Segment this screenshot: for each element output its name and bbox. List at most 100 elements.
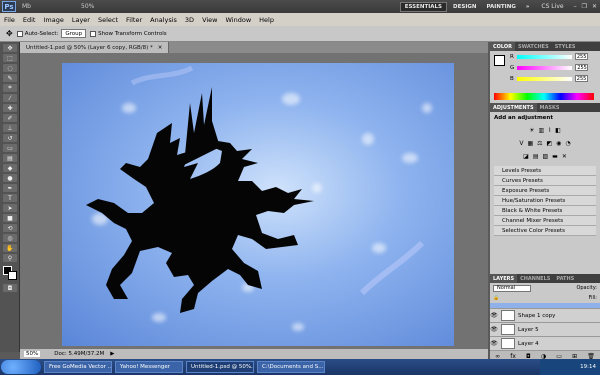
workspace-design[interactable]: DESIGN bbox=[449, 2, 480, 12]
task-photoshop[interactable]: Untitled-1.psd @ 50%... bbox=[186, 361, 254, 373]
task-yahoo-messenger[interactable]: Yahoo! Messenger bbox=[115, 361, 183, 373]
quick-select-tool-icon[interactable]: ✎ bbox=[3, 74, 17, 82]
status-zoom[interactable]: 50% bbox=[24, 351, 41, 357]
menu-layer[interactable]: Layer bbox=[68, 16, 94, 24]
blur-tool-icon[interactable]: ◆ bbox=[3, 164, 17, 172]
dragon-silhouette[interactable] bbox=[62, 63, 454, 346]
bw-icon[interactable]: ◩ bbox=[547, 140, 553, 147]
3d-rotate-tool-icon[interactable]: ⟲ bbox=[3, 224, 17, 232]
layer-name[interactable]: Layer 5 bbox=[518, 327, 539, 333]
preset-levels[interactable]: Levels Presets bbox=[494, 166, 596, 176]
healing-tool-icon[interactable]: ✚ bbox=[3, 104, 17, 112]
dodge-tool-icon[interactable]: ● bbox=[3, 174, 17, 182]
move-tool-icon[interactable]: ✥ bbox=[3, 44, 17, 52]
r-value[interactable]: 255 bbox=[574, 53, 588, 60]
mini-bridge-label[interactable]: Mb bbox=[22, 3, 31, 10]
layer-name[interactable]: Layer 4 bbox=[518, 341, 539, 347]
workspace-more[interactable]: » bbox=[522, 2, 534, 12]
stamp-tool-icon[interactable]: ⊥ bbox=[3, 124, 17, 132]
color-spectrum[interactable] bbox=[494, 93, 594, 100]
tab-paths[interactable]: PATHS bbox=[553, 276, 577, 282]
preset-hue-saturation[interactable]: Hue/Saturation Presets bbox=[494, 196, 596, 206]
tab-color[interactable]: COLOR bbox=[490, 42, 516, 51]
document-canvas[interactable] bbox=[62, 63, 454, 346]
type-tool-icon[interactable]: T bbox=[3, 194, 17, 202]
document-tab[interactable]: Untitled-1.psd @ 50% (Layer 6 copy, RGB/… bbox=[20, 42, 170, 53]
color-balance-icon[interactable]: ⚖ bbox=[537, 140, 542, 147]
menu-help[interactable]: Help bbox=[255, 16, 278, 24]
auto-select-checkbox[interactable] bbox=[16, 30, 23, 37]
layer-row[interactable]: 👁 Layer 4 bbox=[490, 337, 600, 351]
selective-color-icon[interactable]: ✕ bbox=[562, 153, 567, 160]
menu-3d[interactable]: 3D bbox=[181, 16, 198, 24]
invert-icon[interactable]: ◪ bbox=[523, 153, 529, 160]
tab-channels[interactable]: CHANNELS bbox=[517, 276, 553, 282]
exposure-icon[interactable]: ◧ bbox=[555, 127, 561, 134]
hue-icon[interactable]: ▦ bbox=[527, 140, 533, 147]
tab-close-icon[interactable]: ✕ bbox=[158, 45, 163, 51]
preset-black-white[interactable]: Black & White Presets bbox=[494, 206, 596, 216]
path-select-tool-icon[interactable]: ➤ bbox=[3, 204, 17, 212]
move-tool-icon[interactable]: ✥ bbox=[6, 29, 13, 38]
eye-icon[interactable]: 👁 bbox=[490, 326, 498, 333]
color-swatch-fg[interactable] bbox=[494, 55, 505, 66]
layer-row[interactable]: 👁 Layer 5 bbox=[490, 323, 600, 337]
transform-controls-checkbox[interactable] bbox=[90, 30, 97, 37]
history-brush-icon[interactable]: ↺ bbox=[3, 134, 17, 142]
curves-icon[interactable]: ⌇ bbox=[548, 127, 551, 134]
start-button[interactable] bbox=[1, 360, 41, 374]
g-track[interactable] bbox=[517, 65, 573, 70]
eye-icon[interactable]: 👁 bbox=[490, 340, 498, 347]
tab-swatches[interactable]: SWATCHES bbox=[515, 44, 552, 50]
lasso-tool-icon[interactable]: ◌ bbox=[3, 64, 17, 72]
eyedropper-tool-icon[interactable]: ⁄ bbox=[3, 94, 17, 102]
g-value[interactable]: 255 bbox=[575, 64, 589, 71]
layer-row[interactable]: 👁 Shape 1 copy bbox=[490, 309, 600, 323]
gradient-map-icon[interactable]: ▬ bbox=[552, 153, 558, 160]
menu-view[interactable]: View bbox=[198, 16, 221, 24]
layer-name[interactable]: Shape 1 copy bbox=[518, 313, 555, 319]
hand-tool-icon[interactable]: ✋ bbox=[3, 244, 17, 252]
b-track[interactable] bbox=[516, 76, 572, 81]
blend-mode-dropdown[interactable]: Normal bbox=[493, 284, 531, 292]
workspace-painting[interactable]: PAINTING bbox=[482, 2, 519, 12]
eye-icon[interactable]: 👁 bbox=[490, 312, 498, 319]
channel-mixer-icon[interactable]: ◔ bbox=[565, 140, 570, 147]
menu-file[interactable]: File bbox=[0, 16, 19, 24]
preset-exposure[interactable]: Exposure Presets bbox=[494, 186, 596, 196]
pen-tool-icon[interactable]: ✒ bbox=[3, 184, 17, 192]
r-track[interactable] bbox=[516, 54, 572, 59]
zoom-tool-icon[interactable]: ⚲ bbox=[3, 254, 17, 262]
3d-orbit-tool-icon[interactable]: ◎ bbox=[3, 234, 17, 242]
task-explorer[interactable]: C:\Documents and S... bbox=[257, 361, 325, 373]
status-arrow-icon[interactable]: ▶ bbox=[110, 351, 114, 357]
quick-mask-icon[interactable]: ◘ bbox=[3, 284, 17, 292]
tab-styles[interactable]: STYLES bbox=[552, 44, 579, 50]
b-value[interactable]: 255 bbox=[574, 75, 588, 82]
posterize-icon[interactable]: ▤ bbox=[533, 153, 539, 160]
tab-layers[interactable]: LAYERS bbox=[490, 274, 518, 283]
workspace-essentials[interactable]: ESSENTIALS bbox=[399, 1, 448, 12]
tab-masks[interactable]: MASKS bbox=[537, 105, 563, 111]
lock-icons[interactable]: 🔒 bbox=[493, 295, 499, 301]
restore-button[interactable]: ❐ bbox=[582, 3, 587, 10]
crop-tool-icon[interactable]: ⌗ bbox=[3, 84, 17, 92]
eraser-tool-icon[interactable]: ▭ bbox=[3, 144, 17, 152]
vibrance-icon[interactable]: V bbox=[519, 140, 523, 147]
menu-edit[interactable]: Edit bbox=[19, 16, 40, 24]
gradient-tool-icon[interactable]: ▤ bbox=[3, 154, 17, 162]
close-button[interactable]: ✕ bbox=[592, 3, 597, 10]
preset-curves[interactable]: Curves Presets bbox=[494, 176, 596, 186]
preset-selective-color[interactable]: Selective Color Presets bbox=[494, 226, 596, 236]
brush-tool-icon[interactable]: ✐ bbox=[3, 114, 17, 122]
clock[interactable]: 19:14 bbox=[580, 364, 596, 370]
background-color-swatch[interactable] bbox=[8, 271, 17, 280]
marquee-tool-icon[interactable]: ⬚ bbox=[3, 54, 17, 62]
minimize-button[interactable]: – bbox=[574, 3, 577, 10]
shape-tool-icon[interactable]: ■ bbox=[3, 214, 17, 222]
menu-image[interactable]: Image bbox=[39, 16, 67, 24]
task-gomedia[interactable]: Free GoMedia Vector ... bbox=[44, 361, 112, 373]
photo-filter-icon[interactable]: ◉ bbox=[556, 140, 561, 147]
menu-filter[interactable]: Filter bbox=[122, 16, 146, 24]
menu-window[interactable]: Window bbox=[222, 16, 256, 24]
